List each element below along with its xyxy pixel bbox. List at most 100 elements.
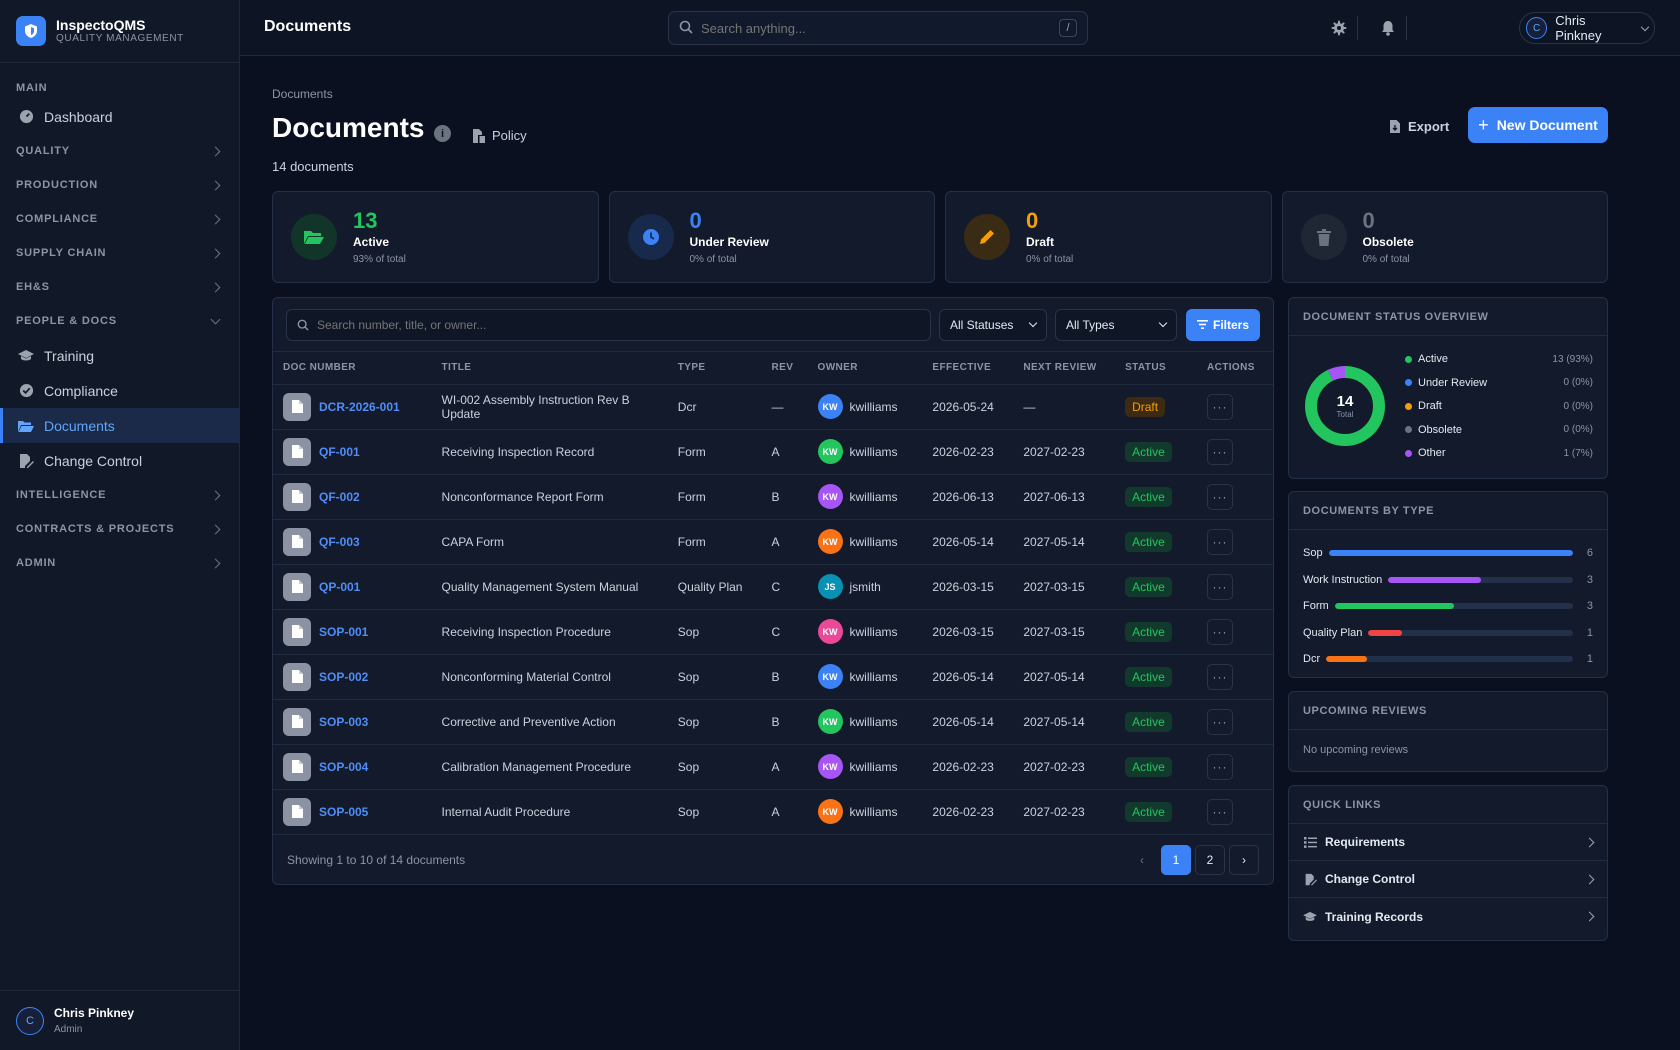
owner-avatar: KW	[817, 484, 843, 509]
table-search-input[interactable]	[317, 317, 920, 332]
table-row[interactable]: SOP-004 Calibration Management Procedure S…	[273, 744, 1273, 790]
stat-card-under-review[interactable]: 0 Under Review 0% of total	[608, 191, 935, 283]
col-doc-number[interactable]: DOC NUMBER	[273, 352, 432, 385]
col-rev[interactable]: REV	[761, 352, 808, 385]
table-row[interactable]: SOP-002 Nonconforming Material Control Sop…	[273, 654, 1273, 700]
filters-button[interactable]: Filters	[1186, 308, 1260, 341]
table-row[interactable]: QP-001 Quality Management System Manual Qu…	[273, 564, 1273, 610]
prev-page-button[interactable]: ‹	[1127, 845, 1157, 875]
cell-doc-number: QF-001	[273, 429, 432, 475]
brand-name: InspectoQMS	[56, 16, 146, 33]
row-actions-button[interactable]: ···	[1207, 438, 1233, 465]
info-icon[interactable]: i	[434, 125, 451, 142]
cell-rev: B	[761, 654, 808, 700]
next-page-button[interactable]: ›	[1229, 844, 1259, 875]
document-number-link[interactable]: SOP-002	[319, 670, 368, 684]
row-actions-button[interactable]: ···	[1207, 528, 1233, 555]
table-row[interactable]: SOP-005 Internal Audit Procedure Sop A KW kwi…	[273, 789, 1273, 835]
nav-section-compliance[interactable]: COMPLIANCE	[0, 202, 239, 236]
quick-link-change-control[interactable]: Change Control	[1289, 861, 1607, 898]
breadcrumb[interactable]: Documents	[272, 87, 333, 101]
table-row[interactable]: SOP-001 Receiving Inspection Procedure Sop…	[273, 609, 1273, 655]
sidebar-item-change-control[interactable]: Change Control	[0, 443, 239, 478]
bell-icon[interactable]	[1378, 18, 1398, 38]
stat-card-obsolete[interactable]: 0 Obsolete 0% of total	[1281, 191, 1608, 283]
quick-link-requirements[interactable]: Requirements	[1289, 824, 1607, 861]
sidebar-item-documents[interactable]: Documents	[0, 408, 239, 443]
col-next-review[interactable]: NEXT REVIEW	[1013, 352, 1116, 385]
nav-section-intelligence[interactable]: INTELLIGENCE	[0, 478, 239, 512]
row-actions-button[interactable]: ···	[1207, 483, 1233, 510]
document-number-link[interactable]: DCR-2026-001	[319, 400, 400, 414]
cell-title: Receiving Inspection Procedure	[431, 609, 668, 655]
brand[interactable]: InspectoQMS QUALITY MANAGEMENT	[0, 0, 239, 63]
document-number-link[interactable]: QF-001	[319, 445, 360, 459]
nav-section-production[interactable]: PRODUCTION	[0, 168, 239, 202]
col-status[interactable]: STATUS	[1115, 352, 1197, 385]
sidebar-item-compliance[interactable]: Compliance	[0, 373, 239, 408]
row-actions-button[interactable]: ···	[1207, 663, 1233, 690]
sidebar-item-dashboard[interactable]: Dashboard	[0, 99, 239, 134]
table-row[interactable]: SOP-003 Corrective and Preventive Action S…	[273, 699, 1273, 745]
col-title[interactable]: TITLE	[431, 352, 668, 385]
col-type[interactable]: TYPE	[667, 352, 762, 385]
table-row[interactable]: QF-002 Nonconformance Report Form Form B KW k…	[273, 474, 1273, 520]
quick-link-training-records[interactable]: Training Records	[1289, 898, 1607, 935]
page-button-2[interactable]: 2	[1195, 844, 1225, 875]
cell-status: Active	[1115, 564, 1197, 610]
document-number-link[interactable]: SOP-001	[319, 625, 368, 639]
cell-owner: KW kwilliams	[807, 699, 923, 745]
cell-status: Active	[1115, 699, 1197, 745]
col-owner[interactable]: OWNER	[807, 352, 923, 385]
row-actions-button[interactable]: ···	[1207, 708, 1233, 735]
document-number-link[interactable]: QF-002	[319, 490, 360, 504]
table-row[interactable]: QF-001 Receiving Inspection Record Form A KW…	[273, 429, 1273, 475]
col-effective[interactable]: EFFECTIVE	[922, 352, 1014, 385]
nav-section-admin[interactable]: ADMIN	[0, 546, 239, 580]
nav-section-supply-chain[interactable]: SUPPLY CHAIN	[0, 236, 239, 270]
type-filter-select[interactable]: All Types	[1055, 308, 1177, 341]
table-row[interactable]: QF-003 CAPA Form Form A KW kwilliams 2026-05-1…	[273, 519, 1273, 565]
nav-section-ehs[interactable]: EH&S	[0, 270, 239, 304]
owner-name: kwilliams	[849, 534, 898, 549]
row-actions-button[interactable]: ···	[1207, 798, 1233, 825]
nav-section-people-docs[interactable]: PEOPLE & DOCS	[0, 304, 239, 338]
row-actions-button[interactable]: ···	[1207, 753, 1233, 780]
user-menu[interactable]: C Chris Pinkney	[1519, 12, 1655, 44]
sidebar-user[interactable]: C Chris Pinkney Admin	[0, 990, 239, 1050]
chevron-right-icon	[210, 524, 221, 534]
panel-title: DOCUMENTS BY TYPE	[1289, 492, 1607, 530]
document-number-link[interactable]: QF-003	[319, 535, 360, 549]
status-filter-select[interactable]: All Statuses	[939, 308, 1047, 341]
row-actions-button[interactable]: ···	[1207, 573, 1233, 600]
export-button[interactable]: Export	[1390, 116, 1449, 136]
nav-section-quality[interactable]: QUALITY	[0, 134, 239, 168]
legend-label: Under Review	[1418, 376, 1488, 389]
nav-section-contracts-projects[interactable]: CONTRACTS & PROJECTS	[0, 512, 239, 546]
page-button-1[interactable]: 1	[1161, 844, 1191, 875]
document-number-link[interactable]: SOP-003	[319, 715, 368, 729]
global-search[interactable]: /	[668, 11, 1088, 45]
chevron-down-icon	[1028, 318, 1038, 328]
policy-link[interactable]: Policy	[472, 128, 527, 143]
row-actions-button[interactable]: ···	[1207, 618, 1233, 645]
table-row[interactable]: DCR-2026-001 WI-002 Assembly Instruction …	[273, 384, 1273, 430]
stat-card-draft[interactable]: 0 Draft 0% of total	[945, 191, 1272, 283]
document-number-link[interactable]: SOP-005	[319, 805, 368, 819]
row-actions-button[interactable]: ···	[1207, 393, 1233, 420]
document-number-link[interactable]: SOP-004	[319, 760, 368, 774]
list-check-icon	[1303, 835, 1317, 849]
chevron-down-icon	[210, 314, 221, 324]
panel-title: UPCOMING REVIEWS	[1289, 692, 1607, 730]
document-icon	[283, 437, 311, 466]
document-icon	[283, 662, 311, 691]
new-document-button[interactable]: + New Document	[1468, 107, 1608, 143]
type-bar-track	[1388, 576, 1573, 583]
document-number-link[interactable]: QP-001	[319, 580, 360, 594]
gear-icon[interactable]	[1329, 18, 1349, 38]
cell-effective: 2026-05-14	[922, 699, 1014, 745]
sidebar-item-training[interactable]: Training	[0, 338, 239, 373]
global-search-input[interactable]	[701, 20, 1059, 36]
table-search[interactable]	[286, 308, 931, 341]
stat-card-active[interactable]: 13 Active 93% of total	[272, 191, 599, 283]
